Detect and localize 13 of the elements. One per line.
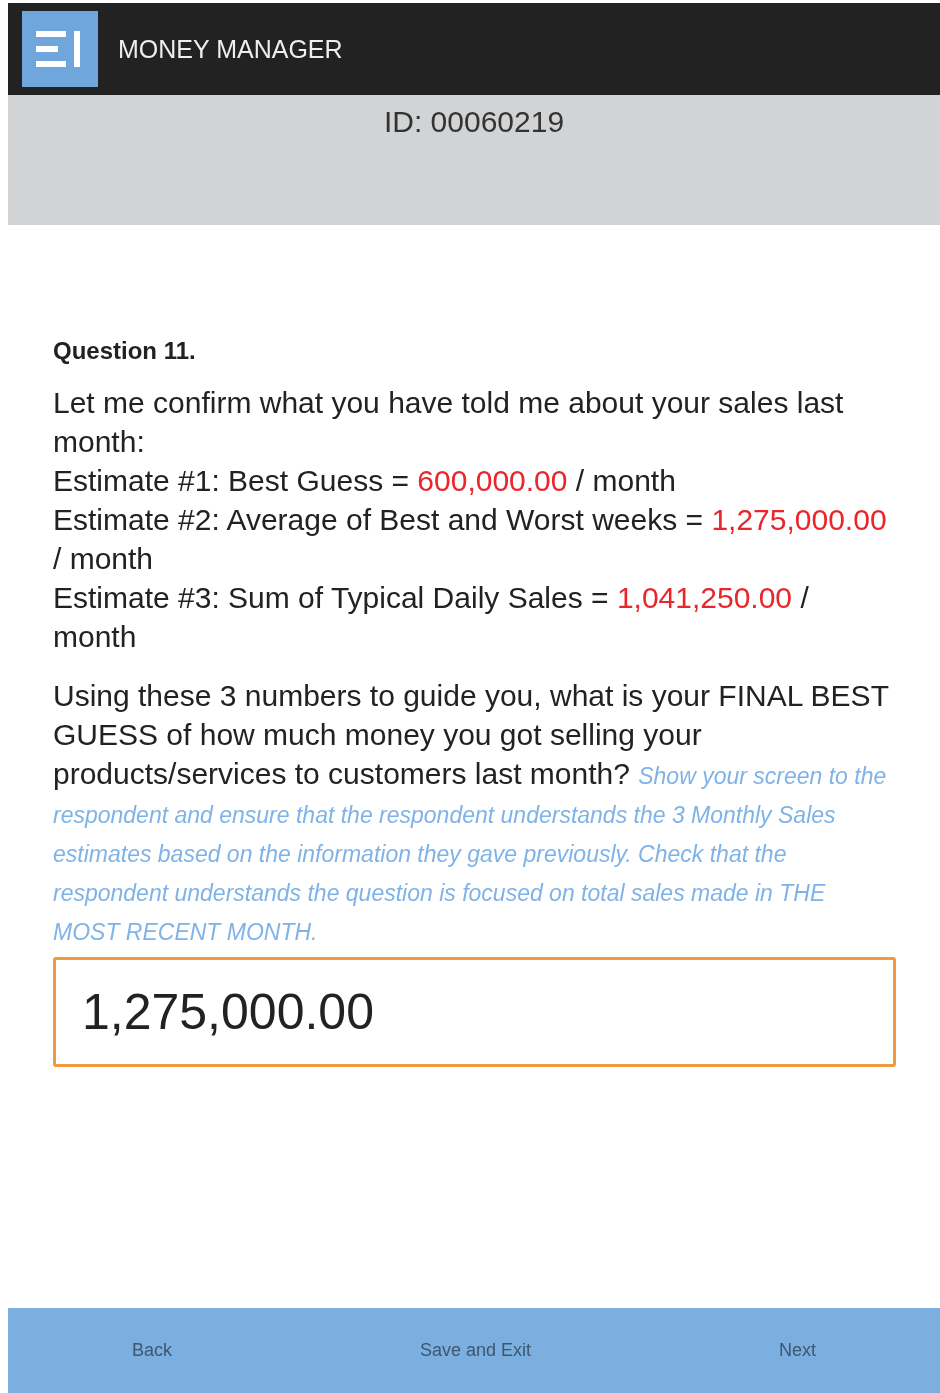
nav-button[interactable]: Next [759, 1332, 836, 1369]
summary-line: Estimate #2: Average of Best and Worst weeks = 1,275,000.00 / month [53, 502, 888, 577]
app-title: MONEY MANAGER [118, 34, 343, 64]
question-heading: Question 11. [53, 337, 197, 365]
menu-icon[interactable] [22, 11, 98, 87]
respondent-id: ID: 00060219 [383, 105, 565, 139]
summary-line: Let me confirm what you have told me about your sales last month: [53, 385, 845, 460]
summary-line: Estimate #3: Sum of Typical Daily Sales = 1,041,250.00 / month [53, 580, 810, 655]
answer-field[interactable]: 1,275,000.00 [53, 957, 896, 1067]
nav-button[interactable]: Back [111, 1332, 192, 1369]
summary-line: Estimate #1: Best Guess = 600,000.00 / month [53, 463, 677, 499]
nav-button[interactable]: Save and Exit [399, 1332, 552, 1369]
question-text: Using these 3 numbers to guide you, what is your FINAL BEST GUESS of how much money you got selling your products/services to customers last month? Show your screen to the respondent and ensure that the respondent understands the 3 Monthly Sales estimates based on the information they gave previously. Check that the respondent understands the question is focused on total sales made in THE MOST RECENT MONTH. [53, 678, 890, 947]
